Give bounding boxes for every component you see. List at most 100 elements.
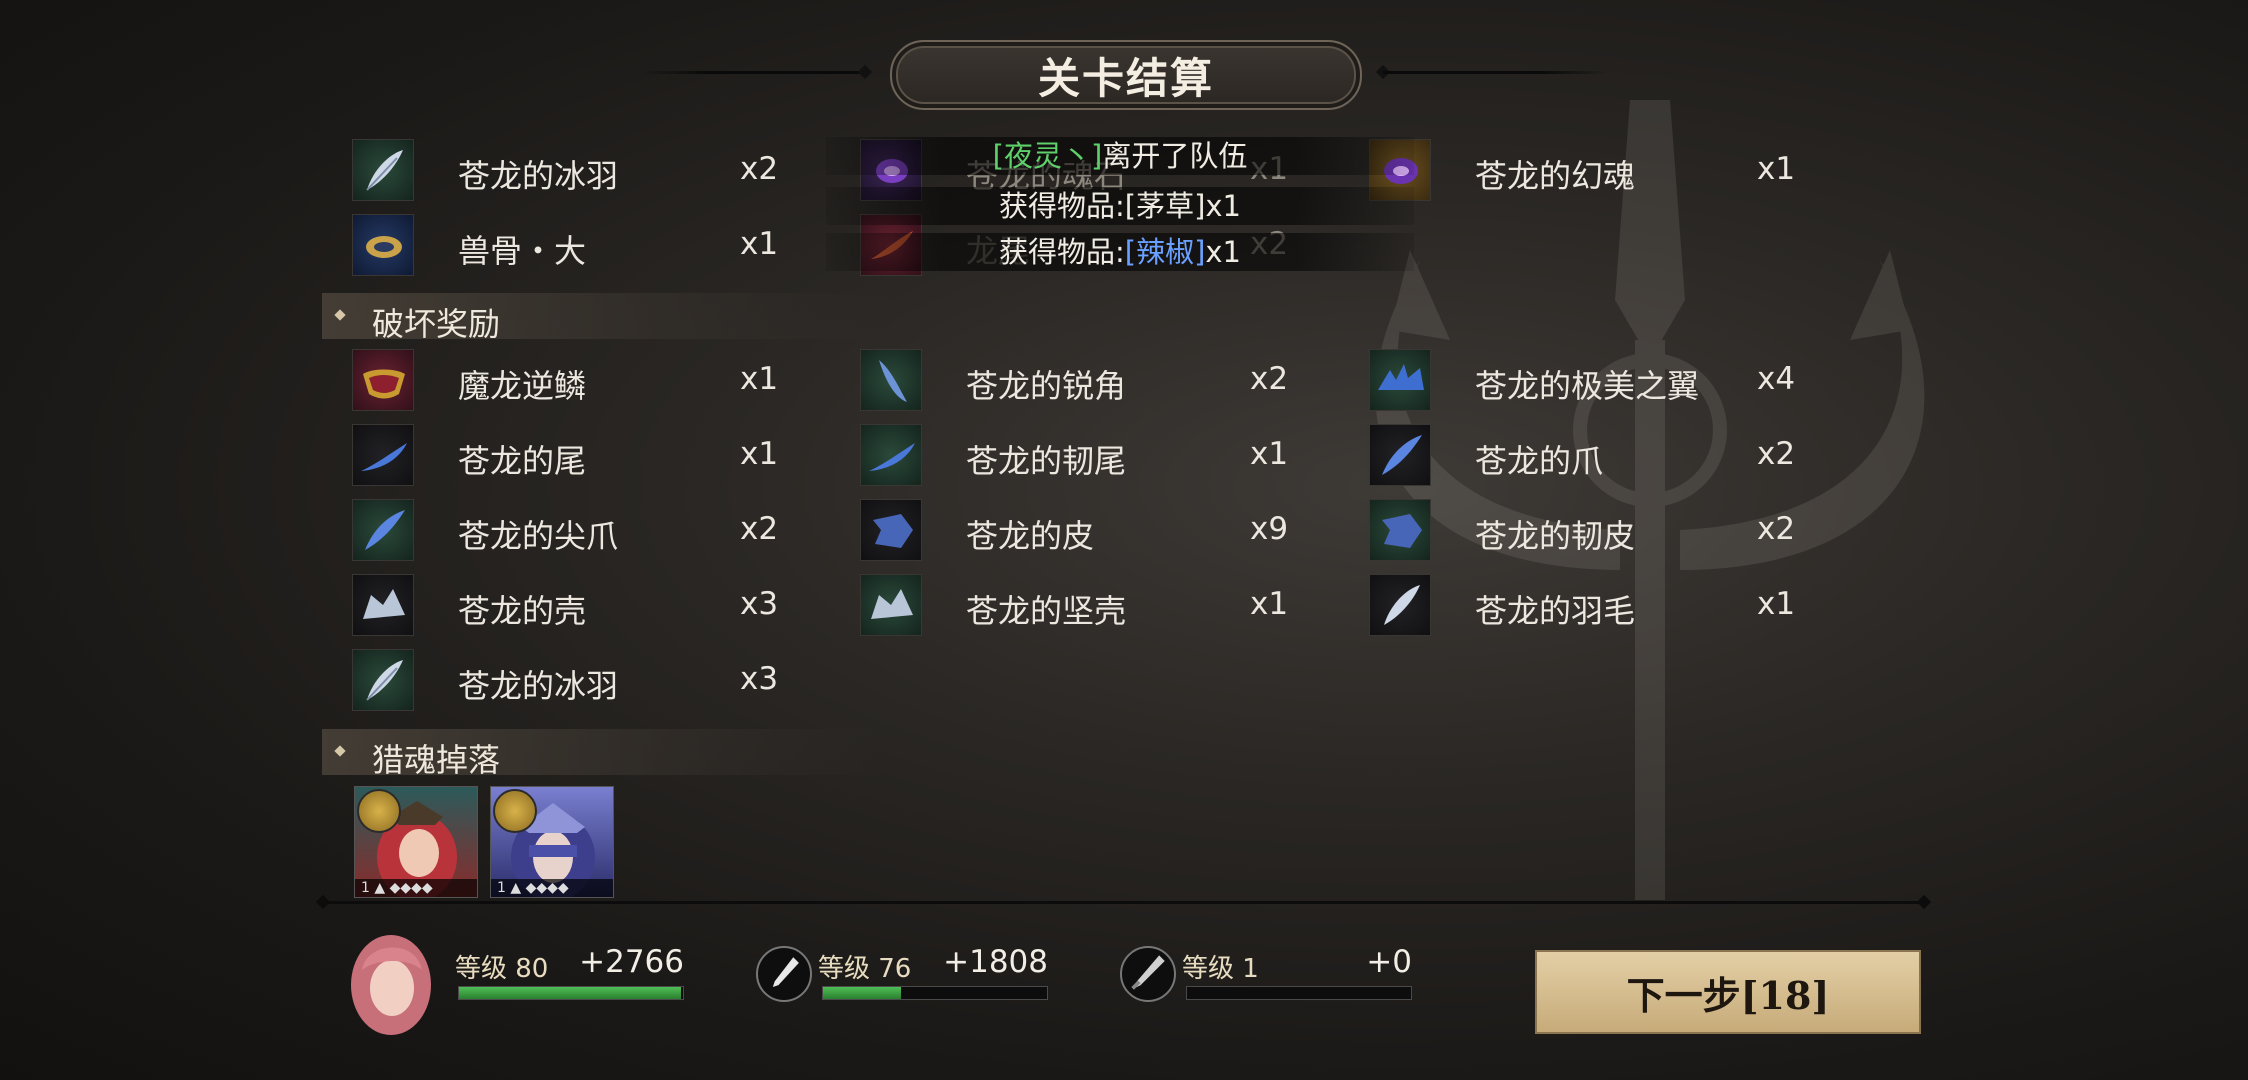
reward-item[interactable]: 苍龙的尾 x1: [352, 424, 802, 488]
item-quantity: x1: [740, 361, 779, 397]
item-name: 苍龙的冰羽: [458, 667, 619, 705]
item-quantity: x1: [740, 226, 779, 262]
claw-icon: [1369, 424, 1431, 486]
team-notice: [夜灵丶]离开了队伍: [826, 137, 1414, 175]
notice-prefix: 获得物品:: [998, 235, 1125, 269]
exp-progress-bar: [822, 986, 1048, 1000]
exp-progress-bar: [458, 986, 684, 1000]
reward-item[interactable]: 苍龙的爪 x2: [1369, 424, 1819, 488]
item-quantity: x2: [1250, 361, 1289, 397]
exp-gain: +1808: [943, 944, 1048, 980]
section-marker-icon: [334, 309, 346, 321]
divider-end-ornament: [315, 894, 331, 910]
feather-icon: [1369, 574, 1431, 636]
section-header-hunt: 猎魂掉落: [322, 729, 882, 779]
item-name: 苍龙的锐角: [966, 367, 1127, 405]
tail-icon: [352, 424, 414, 486]
weapon-exp-stat: 等级 76 +1808: [756, 930, 1056, 1030]
title-ornament-right: [1383, 71, 1608, 74]
reward-item[interactable]: 苍龙的冰羽 x2: [352, 139, 802, 203]
player-exp-stat: 等级 80 +2766: [346, 930, 686, 1035]
reward-item[interactable]: 苍龙的坚壳 x1: [860, 574, 1310, 638]
reward-item[interactable]: 魔龙逆鳞 x1: [352, 349, 802, 413]
item-obtained-notice: 获得物品:[辣椒]x1: [826, 233, 1414, 271]
exp-progress-bar: [1186, 986, 1412, 1000]
next-step-button[interactable]: 下一步[18]: [1535, 950, 1921, 1034]
shell-icon: [352, 574, 414, 636]
reward-item[interactable]: 苍龙的幻魂 x1: [1369, 139, 1819, 203]
scale-icon: [352, 349, 414, 411]
soul-star-rating: 1 ▲ ◆◆◆◆: [355, 879, 477, 897]
notice-item: [茅草]: [1124, 189, 1206, 223]
bottom-divider: [322, 901, 1927, 904]
item-name: 魔龙逆鳞: [458, 367, 587, 405]
title-bar: 关卡结算: [0, 36, 2248, 110]
section-title: 猎魂掉落: [372, 741, 501, 779]
claw-icon: [352, 499, 414, 561]
tail-icon: [860, 424, 922, 486]
item-name: 苍龙的爪: [1475, 442, 1604, 480]
item-quantity: x3: [740, 661, 779, 697]
item-quantity: x4: [1757, 361, 1796, 397]
item-name: 苍龙的极美之翼: [1475, 367, 1700, 405]
item-name: 兽骨・大: [458, 232, 587, 270]
item-quantity: x1: [1757, 586, 1796, 622]
bone-icon: [352, 214, 414, 276]
hunt-soul-card[interactable]: 1 ▲ ◆◆◆◆: [490, 786, 614, 898]
brush-weapon-icon: [756, 946, 812, 1002]
item-name: 苍龙的尖爪: [458, 517, 619, 555]
notice-text: 离开了队伍: [1102, 139, 1248, 173]
wing-icon: [1369, 349, 1431, 411]
item-name: 苍龙的壳: [458, 592, 587, 630]
feather-icon: [352, 649, 414, 711]
item-quantity: x2: [1757, 436, 1796, 472]
reward-item[interactable]: 苍龙的韧皮 x2: [1369, 499, 1819, 563]
item-obtained-notice: 获得物品:[茅草]x1: [826, 187, 1414, 225]
player-avatar: [351, 935, 431, 1035]
item-quantity: x1: [1250, 586, 1289, 622]
item-name: 苍龙的韧尾: [966, 442, 1127, 480]
reward-item[interactable]: 苍龙的极美之翼 x4: [1369, 349, 1819, 413]
item-name: 苍龙的幻魂: [1475, 157, 1636, 195]
item-name: 苍龙的坚壳: [966, 592, 1127, 630]
item-quantity: x1: [1757, 151, 1796, 187]
page-title: 关卡结算: [1037, 53, 1214, 103]
item-quantity: x2: [740, 151, 779, 187]
item-name: 苍龙的韧皮: [1475, 517, 1636, 555]
soul-level: 1: [497, 880, 506, 896]
reward-item[interactable]: 苍龙的羽毛 x1: [1369, 574, 1819, 638]
item-quantity: x3: [740, 586, 779, 622]
item-name: 苍龙的尾: [458, 442, 587, 480]
reward-item[interactable]: 苍龙的韧尾 x1: [860, 424, 1310, 488]
item-quantity: x1: [1250, 436, 1289, 472]
title-ornament-left: [640, 71, 865, 74]
item-quantity: x2: [740, 511, 779, 547]
exp-progress-fill: [459, 987, 681, 999]
reward-item[interactable]: 苍龙的尖爪 x2: [352, 499, 802, 563]
notice-qty: x1: [1205, 235, 1242, 269]
title-plate: 关卡结算: [890, 40, 1362, 110]
reward-item[interactable]: 苍龙的壳 x3: [352, 574, 802, 638]
reward-item[interactable]: 兽骨・大 x1: [352, 214, 802, 278]
hide-icon: [1369, 499, 1431, 561]
soul-class-badge-icon: [357, 789, 401, 833]
item-quantity: x1: [740, 436, 779, 472]
item-name: 苍龙的羽毛: [1475, 592, 1636, 630]
reward-item[interactable]: 苍龙的锐角 x2: [860, 349, 1310, 413]
reward-item[interactable]: 苍龙的皮 x9: [860, 499, 1310, 563]
section-marker-icon: [334, 745, 346, 757]
item-quantity: x9: [1250, 511, 1289, 547]
notice-prefix: 获得物品:: [998, 189, 1125, 223]
item-name: 苍龙的皮: [966, 517, 1095, 555]
hide-icon: [860, 499, 922, 561]
next-step-label: 下一步[18]: [1626, 972, 1830, 1018]
exp-gain: +2766: [579, 944, 684, 980]
exp-progress-fill: [823, 987, 902, 999]
title-ornament-dot: [857, 64, 873, 80]
soul-star-rating: 1 ▲ ◆◆◆◆: [491, 879, 613, 897]
item-quantity: x2: [1757, 511, 1796, 547]
reward-item[interactable]: 苍龙的冰羽 x3: [352, 649, 802, 713]
feather-icon: [352, 139, 414, 201]
item-name: 苍龙的冰羽: [458, 157, 619, 195]
hunt-soul-card[interactable]: 1 ▲ ◆◆◆◆: [354, 786, 478, 898]
